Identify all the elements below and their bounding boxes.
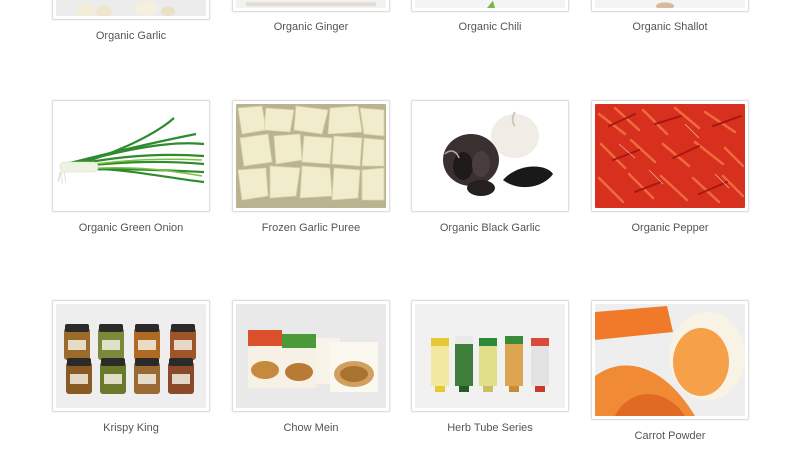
product-name[interactable]: Organic Shallot — [591, 20, 749, 34]
black-garlic-photo[interactable] — [415, 104, 565, 208]
product-image-frame[interactable] — [411, 0, 569, 12]
product-name[interactable]: Organic Pepper — [591, 221, 749, 235]
product-card-krispy-king[interactable]: Krispy King — [52, 300, 210, 434]
product-name[interactable]: Organic Ginger — [232, 20, 390, 34]
product-card-organic-chili[interactable]: Organic Chili — [411, 0, 569, 33]
product-name[interactable]: Frozen Garlic Puree — [232, 221, 390, 235]
product-image-frame[interactable] — [52, 300, 210, 412]
product-image-frame[interactable] — [591, 0, 749, 12]
product-name[interactable]: Organic Black Garlic — [411, 221, 569, 235]
product-image-frame[interactable] — [411, 300, 569, 412]
product-card-organic-shallot[interactable]: Organic Shallot — [591, 0, 749, 33]
chili-photo[interactable] — [415, 0, 565, 8]
product-name[interactable]: Chow Mein — [232, 421, 390, 435]
ginger-photo[interactable] — [236, 0, 386, 8]
product-name[interactable]: Organic Chili — [411, 20, 569, 34]
product-image-frame[interactable] — [232, 300, 390, 412]
product-image-frame[interactable] — [411, 100, 569, 212]
green-onion-photo[interactable] — [56, 104, 206, 208]
carrot-powder-photo[interactable] — [595, 304, 745, 416]
product-image-frame[interactable] — [591, 100, 749, 212]
garlic-photo[interactable] — [56, 0, 206, 16]
jars-photo[interactable] — [56, 304, 206, 408]
product-name[interactable]: Organic Green Onion — [52, 221, 210, 235]
product-image-frame[interactable] — [232, 100, 390, 212]
pepper-photo[interactable] — [595, 104, 745, 208]
product-card-organic-green-onion[interactable]: Organic Green Onion — [52, 100, 210, 234]
noodle-boxes-photo[interactable] — [236, 304, 386, 408]
herb-tubes-photo[interactable] — [415, 304, 565, 408]
shallot-photo[interactable] — [595, 0, 745, 8]
product-name[interactable]: Krispy King — [52, 421, 210, 435]
product-card-chow-mein[interactable]: Chow Mein — [232, 300, 390, 434]
product-image-frame[interactable] — [232, 0, 390, 12]
garlic-puree-photo[interactable] — [236, 104, 386, 208]
product-image-frame[interactable] — [52, 0, 210, 20]
product-card-organic-garlic[interactable]: Organic Garlic — [52, 0, 210, 42]
product-card-frozen-garlic-puree[interactable]: Frozen Garlic Puree — [232, 100, 390, 234]
product-name[interactable]: Carrot Powder — [591, 429, 749, 443]
product-card-organic-ginger[interactable]: Organic Ginger — [232, 0, 390, 33]
product-card-herb-tube-series[interactable]: Herb Tube Series — [411, 300, 569, 434]
product-image-frame[interactable] — [591, 300, 749, 420]
product-name[interactable]: Herb Tube Series — [411, 421, 569, 435]
product-card-carrot-powder[interactable]: Carrot Powder — [591, 300, 749, 442]
product-name[interactable]: Organic Garlic — [52, 29, 210, 43]
product-image-frame[interactable] — [52, 100, 210, 212]
product-card-organic-pepper[interactable]: Organic Pepper — [591, 100, 749, 234]
product-card-organic-black-garlic[interactable]: Organic Black Garlic — [411, 100, 569, 234]
